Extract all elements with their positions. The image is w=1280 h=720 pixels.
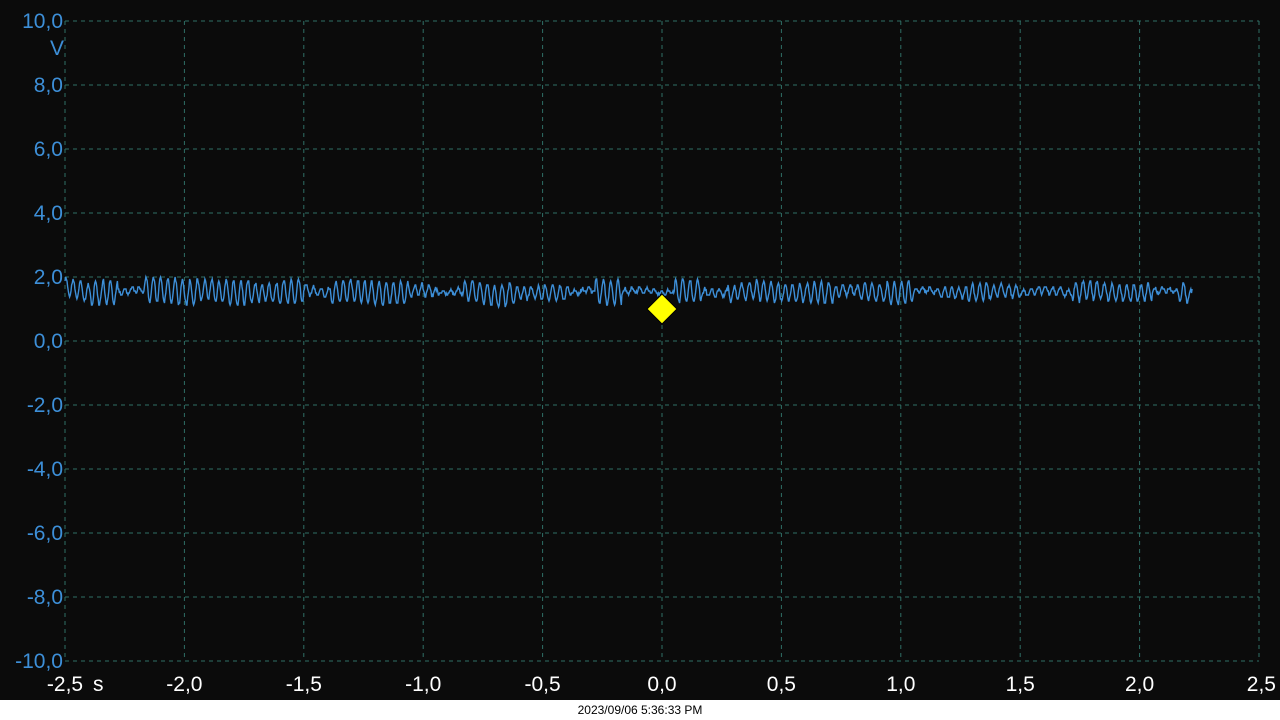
x-tick-label: 1,5 [1006, 673, 1035, 696]
y-tick-label: -4,0 [27, 458, 63, 481]
x-tick-label: 0,0 [647, 673, 676, 696]
y-tick-label: 6,0 [34, 138, 63, 161]
y-tick-label: 2,0 [34, 266, 63, 289]
trace-layer [64, 274, 1193, 310]
grid-layer [64, 20, 1260, 662]
y-tick-label: 10,0 [22, 10, 63, 33]
x-axis-unit-label: s [93, 673, 104, 696]
y-tick-label: -10,0 [15, 650, 63, 673]
trigger-marker-layer[interactable] [646, 293, 678, 325]
x-tick-label: -1,0 [405, 673, 441, 696]
signal-trace [64, 274, 1193, 310]
x-tick-label: 2,0 [1125, 673, 1154, 696]
y-tick-label: 8,0 [34, 74, 63, 97]
x-tick-label: -2,5 [47, 673, 83, 696]
x-tick-label: -0,5 [525, 673, 561, 696]
oscilloscope-plot-area[interactable]: -10,0 -8,0 -6,0 -4,0 -2,0 0,0 2,0 4,0 6,0 8,0 10,0… [0, 0, 1280, 700]
trigger-marker[interactable] [646, 293, 678, 325]
x-tick-label: 0,5 [767, 673, 796, 696]
y-axis-unit-label: V [50, 37, 64, 60]
y-tick-label: -6,0 [27, 522, 63, 545]
y-tick-label: -8,0 [27, 586, 63, 609]
y-axis-ticks: -10,0 -8,0 -6,0 -4,0 -2,0 0,0 2,0 4,0 6,0 8,0 10,0 [15, 10, 63, 673]
y-tick-label: -2,0 [27, 394, 63, 417]
capture-timestamp: 2023/09/06 5:36:33 PM [577, 703, 703, 717]
x-tick-label: 1,0 [886, 673, 915, 696]
y-tick-label: 4,0 [34, 202, 63, 225]
x-tick-label: -2,0 [166, 673, 202, 696]
oscilloscope-chart[interactable]: -10,0 -8,0 -6,0 -4,0 -2,0 0,0 2,0 4,0 6,0 8,0 10,0… [0, 0, 1280, 700]
x-tick-label: -1,5 [286, 673, 322, 696]
timestamp-footer: 2023/09/06 5:36:33 PM [0, 700, 1280, 720]
x-tick-label: 2,5 [1247, 673, 1276, 696]
y-tick-label: 0,0 [34, 330, 63, 353]
x-axis-ticks: -2,5 -2,0 -1,5 -1,0 -0,5 0,0 0,5 1,0 1,5 2,0 2,5 s [47, 673, 1276, 696]
